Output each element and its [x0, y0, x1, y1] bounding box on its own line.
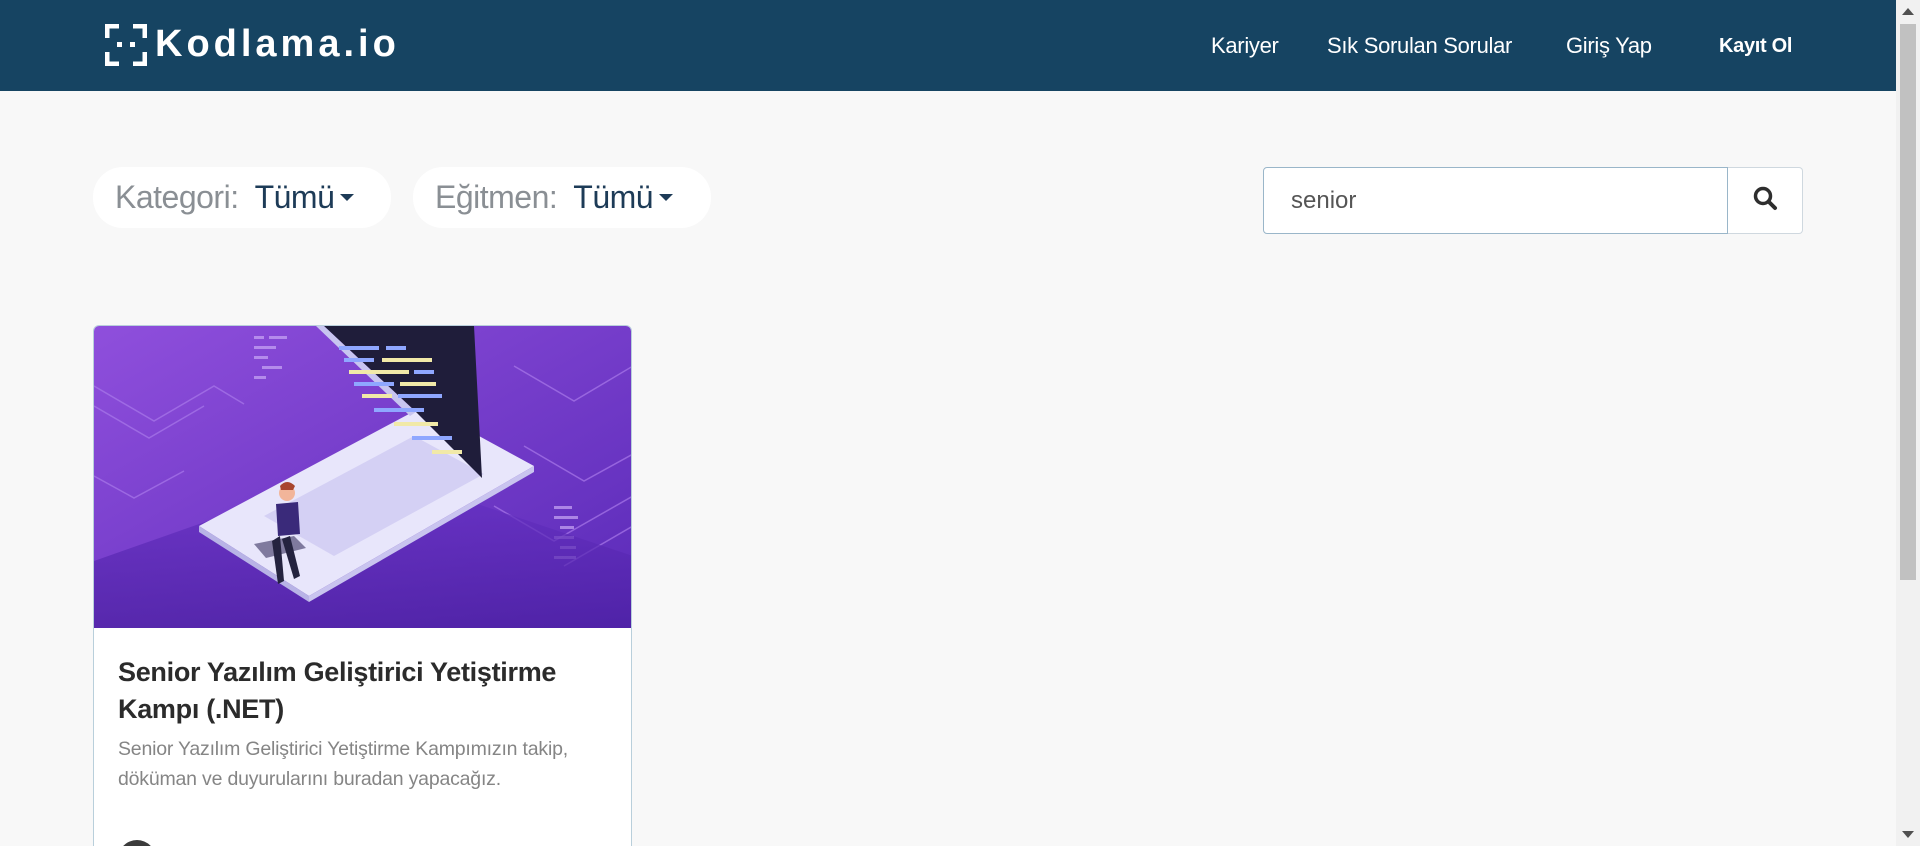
course-card[interactable]: Senior Yazılım Geliştirici Yetiştirme Ka… [93, 325, 632, 846]
course-search [1263, 167, 1803, 234]
logo-icon [104, 23, 148, 66]
instructor-filter-value: Tümü [573, 179, 654, 215]
nav-link-careers[interactable]: Kariyer [1211, 33, 1279, 59]
scroll-thumb[interactable] [1900, 24, 1916, 580]
category-filter-dropdown[interactable]: Kategori: Tümü [93, 167, 391, 228]
caret-down-icon [659, 194, 674, 201]
course-description: Senior Yazılım Geliştirici Yetiştirme Ka… [118, 738, 568, 790]
search-input[interactable] [1263, 167, 1728, 234]
instructor-avatar [118, 840, 156, 846]
scroll-up-arrow-icon[interactable] [1902, 8, 1914, 15]
page-scrollbar[interactable] [1896, 0, 1920, 846]
logo-text: Kodlama.io [155, 23, 400, 65]
site-logo[interactable]: Kodlama.io [104, 22, 400, 67]
course-title[interactable]: Senior Yazılım Geliştirici Yetiştirme Ka… [118, 654, 608, 728]
nav-link-signup[interactable]: Kayıt Ol [1719, 35, 1792, 58]
top-navbar: Kodlama.io Kariyer Sık Sorulan Sorular G… [0, 0, 1896, 91]
search-button[interactable] [1728, 167, 1803, 234]
course-image [94, 326, 631, 628]
instructor-filter-dropdown[interactable]: Eğitmen: Tümü [413, 167, 711, 228]
search-icon [1752, 185, 1778, 216]
nav-link-login[interactable]: Giriş Yap [1566, 33, 1652, 59]
instructor-filter-label: Eğitmen: [435, 179, 558, 215]
scroll-down-arrow-icon[interactable] [1902, 831, 1914, 838]
caret-down-icon [340, 194, 355, 201]
category-filter-label: Kategori: [115, 179, 239, 215]
category-filter-value: Tümü [254, 179, 335, 215]
nav-link-faq[interactable]: Sık Sorulan Sorular [1327, 33, 1512, 59]
